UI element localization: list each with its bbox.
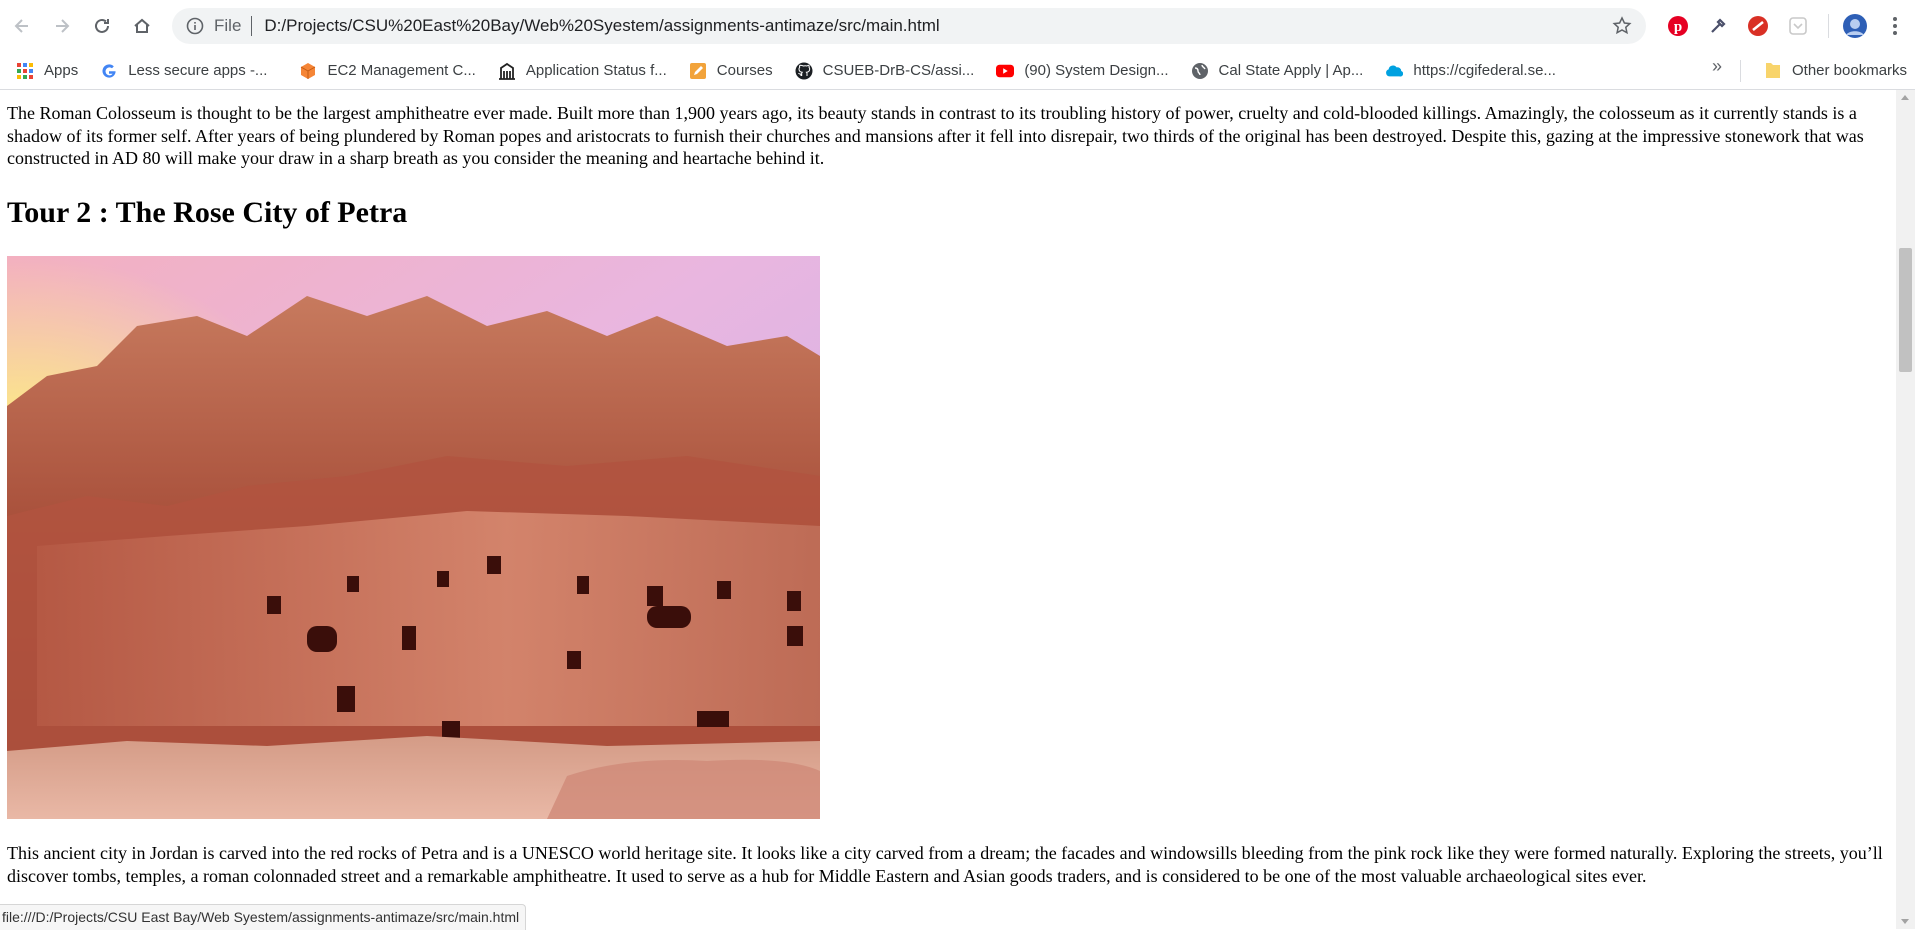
globe-icon (1191, 62, 1209, 80)
bookmark-label: Less secure apps -... (128, 62, 268, 79)
browser-toolbar: File D:/Projects/CSU%20East%20Bay/Web%20… (0, 0, 1915, 52)
extension-area: p (1660, 8, 1915, 44)
colosseum-paragraph: The Roman Colosseum is thought to be the… (7, 103, 1864, 168)
address-bar[interactable]: File D:/Projects/CSU%20East%20Bay/Web%20… (172, 8, 1646, 44)
address-url[interactable]: D:/Projects/CSU%20East%20Bay/Web%20Syest… (264, 16, 939, 36)
folder-icon (1764, 61, 1782, 79)
forward-arrow-icon (56, 19, 70, 33)
salesforce-cloud-icon (1385, 62, 1404, 80)
page-viewport: The Roman Colosseum is thought to be the… (0, 90, 1896, 929)
pocket-extension-icon[interactable] (1780, 8, 1816, 44)
scroll-up-arrow-icon[interactable] (1901, 95, 1909, 100)
bookmark-label: (90) System Design... (1024, 62, 1169, 79)
bookmark-cal-state-apply[interactable]: Cal State Apply | Ap... (1183, 57, 1372, 85)
apps-grid-icon (16, 62, 34, 80)
bookmark-star-icon[interactable] (1612, 16, 1632, 41)
reload-icon (95, 18, 109, 33)
info-icon[interactable] (186, 17, 204, 35)
svg-text:p: p (1674, 19, 1682, 35)
forward-button[interactable] (44, 8, 80, 44)
bookmark-cgifederal[interactable]: https://cgifederal.se... (1377, 57, 1564, 85)
bookmark-label: Other bookmarks (1792, 61, 1908, 79)
bookmark-less-secure-apps[interactable]: Less secure apps -... (92, 57, 275, 85)
pinterest-icon[interactable]: p (1660, 8, 1696, 44)
back-arrow-icon (14, 19, 28, 33)
bookmark-label: Courses (716, 62, 773, 79)
home-icon (134, 18, 150, 33)
bookmark-label: CSUEB-DrB-CS/assi... (822, 62, 975, 79)
bookmarks-overflow-chevron[interactable]: » (1712, 56, 1722, 77)
back-button[interactable] (4, 8, 40, 44)
bookmark-label: Cal State Apply | Ap... (1218, 62, 1364, 79)
eyedropper-icon[interactable] (1700, 8, 1736, 44)
bookmark-label: EC2 Management C... (327, 62, 476, 79)
google-icon (100, 62, 118, 80)
bookmark-github[interactable]: CSUEB-DrB-CS/assi... (787, 57, 983, 85)
bookmarks-divider (1740, 60, 1741, 82)
home-button[interactable] (124, 8, 160, 44)
bookmark-courses[interactable]: Courses (681, 57, 781, 85)
address-scheme: File (214, 16, 242, 35)
bookmark-application-status[interactable]: Application Status f... (490, 57, 675, 85)
building-icon (498, 62, 516, 80)
bookmark-label: Apps (44, 62, 79, 79)
github-icon (795, 62, 813, 80)
bookmark-label: https://cgifederal.se... (1413, 62, 1556, 79)
pencil-icon (689, 62, 707, 80)
petra-paragraph: This ancient city in Jordan is carved in… (7, 843, 1883, 886)
profile-avatar[interactable] (1837, 8, 1873, 44)
bookmark-youtube[interactable]: (90) System Design... (988, 57, 1176, 85)
bookmark-apps[interactable]: Apps (8, 57, 86, 85)
toolbar-divider (1828, 14, 1829, 38)
bookmark-other-folder[interactable]: Other bookmarks (1756, 56, 1915, 84)
menu-kebab-icon[interactable] (1877, 8, 1913, 44)
reload-button[interactable] (84, 8, 120, 44)
petra-photo (7, 256, 820, 819)
youtube-icon (996, 62, 1015, 80)
scrollbar-thumb[interactable] (1899, 248, 1912, 372)
bookmarks-bar: Apps Less secure apps -... EC2 Managemen… (0, 52, 1915, 90)
vertical-scrollbar[interactable] (1896, 90, 1915, 929)
bookmark-ec2[interactable]: EC2 Management C... (291, 57, 483, 85)
address-divider (251, 16, 253, 36)
tour-2-heading: Tour 2 : The Rose City of Petra (7, 196, 408, 229)
aws-cube-icon (299, 62, 317, 80)
bookmark-label: Application Status f... (525, 62, 667, 79)
scroll-down-arrow-icon[interactable] (1901, 919, 1909, 924)
blocker-extension-icon[interactable] (1740, 8, 1776, 44)
status-bubble: file:///D:/Projects/CSU East Bay/Web Sye… (0, 904, 527, 930)
